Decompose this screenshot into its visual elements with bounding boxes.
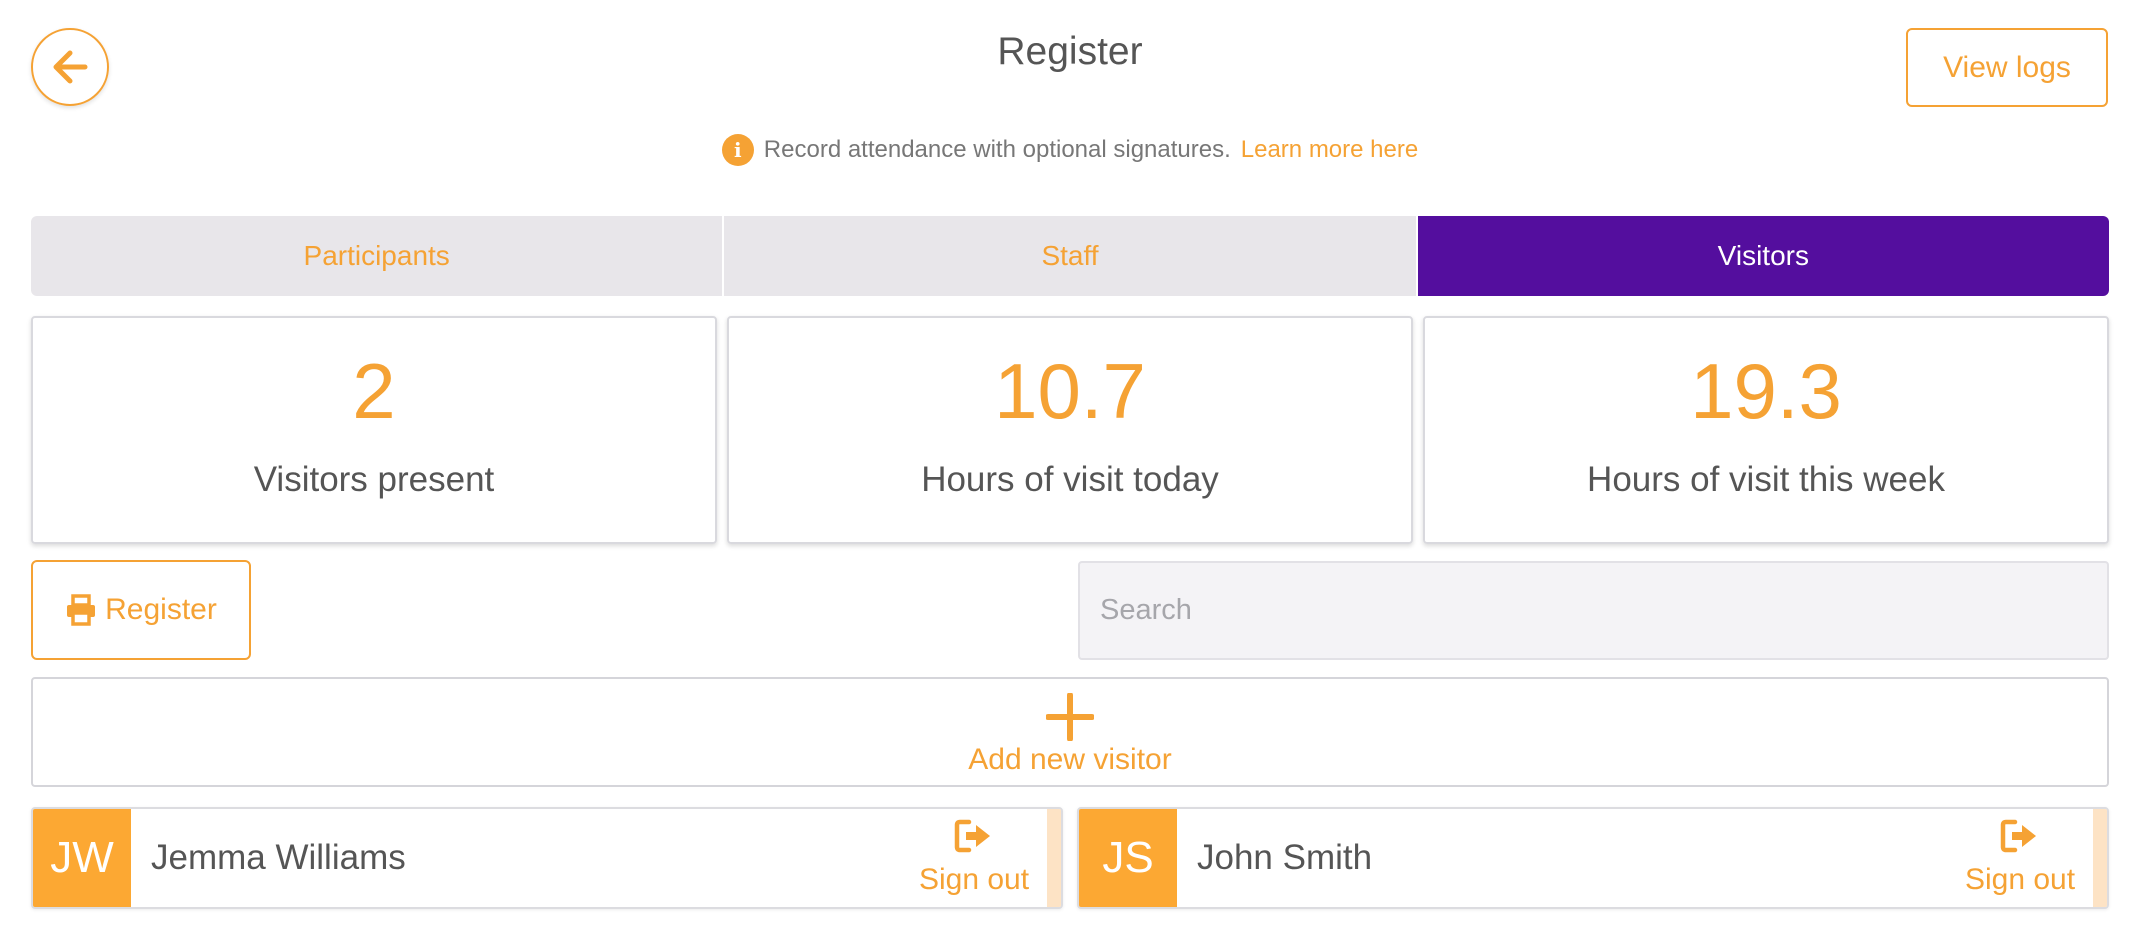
visitor-card[interactable]: JS John Smith Sign out [1077, 807, 2109, 909]
stat-label: Visitors present [253, 460, 495, 499]
view-logs-button[interactable]: View logs [1906, 28, 2108, 107]
info-text: Record attendance with optional signatur… [763, 136, 1231, 163]
stat-value: 2 [352, 347, 396, 435]
stat-card-hours-week: 19.3 Hours of visit this week [1423, 316, 2109, 544]
visitor-name: John Smith [1197, 838, 1373, 877]
sign-out-icon [954, 819, 990, 853]
learn-more-link[interactable]: Learn more here [1241, 136, 1418, 164]
visitor-card[interactable]: JW Jemma Williams Sign out [31, 807, 1063, 909]
stat-value: 10.7 [994, 347, 1146, 435]
sign-out-label: Sign out [918, 863, 1030, 896]
info-icon: i [721, 134, 754, 166]
tab-staff[interactable]: Staff [722, 216, 1416, 296]
print-register-button[interactable]: Register [31, 560, 251, 660]
tab-participants[interactable]: Participants [31, 216, 723, 296]
tab-visitors[interactable]: Visitors [1415, 216, 2109, 296]
sign-out-label: Sign out [1964, 863, 2076, 896]
stat-value: 19.3 [1690, 347, 1842, 435]
register-tabs: Participants Staff Visitors [31, 216, 2109, 296]
search-input[interactable] [1078, 561, 2109, 660]
stat-card-hours-today: 10.7 Hours of visit today [727, 316, 1413, 544]
sign-out-button[interactable]: Sign out [901, 809, 1047, 907]
visitor-name: Jemma Williams [151, 838, 406, 877]
sign-out-icon [2000, 819, 2036, 853]
plus-icon [1046, 693, 1094, 741]
add-visitor-label: Add new visitor [968, 743, 1172, 776]
card-status-strip [2093, 809, 2107, 907]
register-page: Register View logs i Record attendance w… [0, 0, 2140, 936]
add-visitor-button[interactable]: Add new visitor [31, 677, 2109, 787]
avatar: JW [33, 809, 131, 907]
register-button-label: Register [105, 593, 217, 626]
stat-label: Hours of visit this week [1587, 460, 1945, 499]
printer-icon [67, 594, 96, 626]
stat-label: Hours of visit today [921, 460, 1219, 499]
sign-out-button[interactable]: Sign out [1947, 809, 2093, 907]
stats-row: 2 Visitors present 10.7 Hours of visit t… [31, 316, 2109, 544]
info-banner: i Record attendance with optional signat… [0, 134, 2140, 166]
stat-card-visitors-present: 2 Visitors present [31, 316, 717, 544]
page-title: Register [997, 30, 1143, 73]
card-status-strip [1047, 809, 1061, 907]
avatar: JS [1079, 809, 1177, 907]
